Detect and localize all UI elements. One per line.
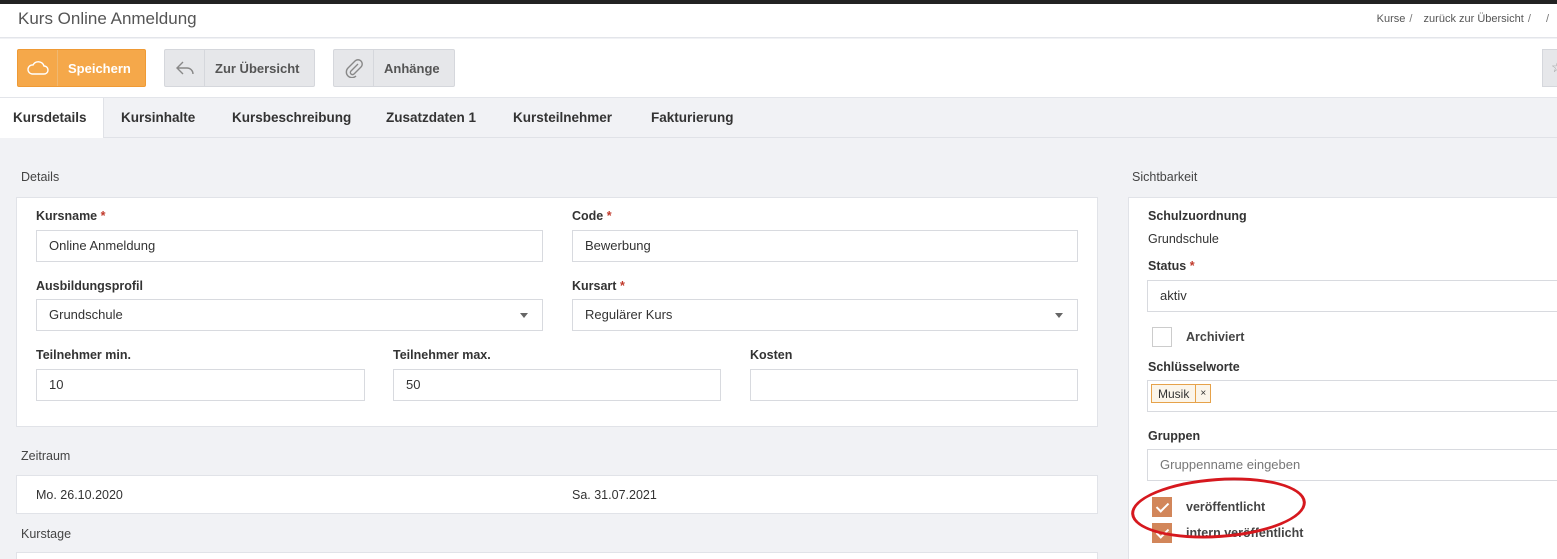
breadcrumb-back[interactable]: zurück zur Übersicht	[1424, 13, 1524, 25]
chevron-down-icon	[1055, 313, 1063, 318]
keyword-tag: Musik ×	[1151, 384, 1212, 403]
zeitraum-start: Mo. 26.10.2020	[36, 488, 123, 502]
tab-kursdetails[interactable]: Kursdetails	[0, 98, 104, 138]
ausbildungsprofil-value: Grundschule	[49, 307, 123, 322]
back-to-overview-button[interactable]: Zur Übersicht	[164, 49, 315, 87]
status-label: Status *	[1148, 259, 1195, 273]
kursart-select[interactable]: Regulärer Kurs	[572, 299, 1078, 331]
veroeffentlicht-label: veröffentlicht	[1186, 500, 1266, 514]
kosten-label: Kosten	[750, 348, 793, 362]
sichtbarkeit-section-title: Sichtbarkeit	[1132, 170, 1198, 184]
zeitraum-panel	[16, 475, 1098, 514]
toolbar: Speichern Zur Übersicht Anhänge ☆	[0, 39, 1557, 98]
ausbildungsprofil-select[interactable]: Grundschule	[36, 299, 543, 331]
cloud-icon	[18, 50, 58, 86]
tab-bar: Kursdetails Kursinhalte Kursbeschreibung…	[0, 98, 1557, 138]
archiviert-checkbox[interactable]	[1152, 327, 1172, 347]
page-title: Kurs Online Anmeldung	[18, 9, 197, 28]
breadcrumb: Kurse / zurück zur Übersicht / /	[1376, 13, 1549, 25]
page-header: Kurs Online Anmeldung Kurse / zurück zur …	[0, 4, 1557, 38]
teilnehmer-max-label: Teilnehmer max.	[393, 348, 491, 362]
tab-fakturierung[interactable]: Fakturierung	[651, 98, 734, 138]
breadcrumb-kurse[interactable]: Kurse	[1377, 13, 1406, 25]
tab-kursteilnehmer[interactable]: Kursteilnehmer	[513, 98, 612, 138]
keyword-tag-label: Musik	[1158, 386, 1190, 401]
teilnehmer-max-input[interactable]: 50	[393, 369, 721, 401]
gruppen-input[interactable]: Gruppenname eingeben	[1147, 449, 1557, 481]
tag-remove-icon[interactable]: ×	[1195, 385, 1210, 402]
status-select[interactable]: aktiv	[1147, 280, 1557, 312]
tab-kursinhalte[interactable]: Kursinhalte	[121, 98, 195, 138]
ausbildungsprofil-label: Ausbildungsprofil	[36, 279, 143, 293]
save-label: Speichern	[68, 60, 131, 76]
schluesselworte-label: Schlüsselworte	[1148, 360, 1240, 374]
details-section-title: Details	[21, 170, 60, 184]
intern-veroeffentlicht-label: intern veröffentlicht	[1186, 526, 1304, 540]
save-button[interactable]: Speichern	[17, 49, 146, 87]
schulzuordnung-value: Grundschule	[1148, 232, 1219, 246]
attachments-label: Anhänge	[384, 60, 440, 76]
kurstage-panel	[16, 552, 1098, 559]
gruppen-label: Gruppen	[1148, 429, 1201, 443]
zeitraum-end: Sa. 31.07.2021	[572, 488, 657, 502]
paperclip-icon	[334, 50, 374, 86]
tab-kursbeschreibung[interactable]: Kursbeschreibung	[232, 98, 351, 138]
favorite-button[interactable]: ☆	[1542, 49, 1557, 87]
tab-zusatzdaten[interactable]: Zusatzdaten 1	[386, 98, 476, 138]
reply-icon	[165, 50, 205, 86]
teilnehmer-min-input[interactable]: 10	[36, 369, 365, 401]
kursname-input[interactable]: Online Anmeldung	[36, 230, 543, 262]
star-icon: ☆	[1551, 59, 1557, 76]
kursname-label: Kursname *	[36, 209, 106, 223]
schulzuordnung-label: Schulzuordnung	[1148, 209, 1247, 223]
kursart-label: Kursart *	[572, 279, 625, 293]
kursart-value: Regulärer Kurs	[585, 307, 673, 322]
archiviert-label: Archiviert	[1186, 330, 1245, 344]
code-input[interactable]: Bewerbung	[572, 230, 1078, 262]
chevron-down-icon	[520, 313, 528, 318]
back-label: Zur Übersicht	[215, 60, 300, 76]
code-label: Code *	[572, 209, 612, 223]
attachments-button[interactable]: Anhänge	[333, 49, 455, 87]
veroeffentlicht-checkbox[interactable]	[1152, 497, 1172, 517]
intern-veroeffentlicht-checkbox[interactable]	[1152, 523, 1172, 543]
kosten-input[interactable]	[750, 369, 1078, 401]
zeitraum-section-title: Zeitraum	[21, 449, 71, 463]
kurstage-section-title: Kurstage	[21, 527, 72, 541]
teilnehmer-min-label: Teilnehmer min.	[36, 348, 131, 362]
